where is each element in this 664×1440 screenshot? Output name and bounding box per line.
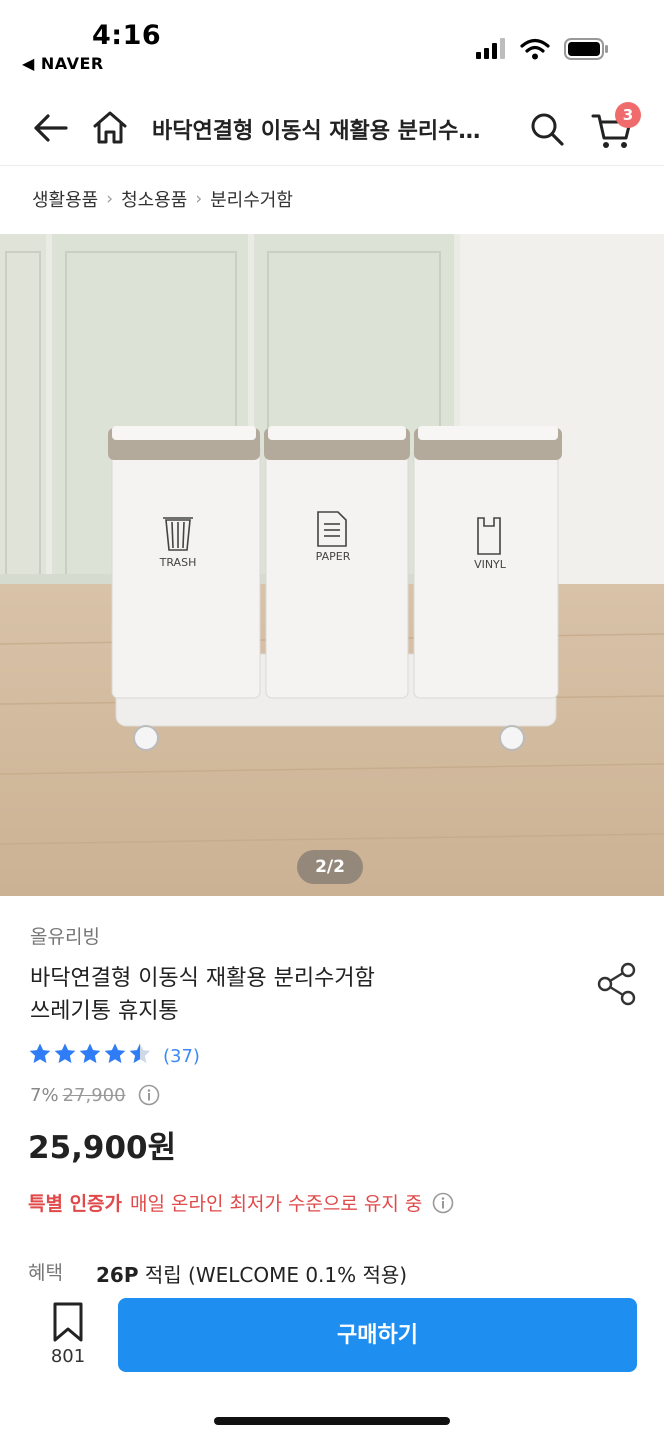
star-icon xyxy=(104,1043,126,1063)
lowest-price-label: 특별 인증가 xyxy=(28,1193,123,1215)
home-indicator xyxy=(214,1417,450,1425)
bookmark-icon[interactable] xyxy=(48,1300,88,1344)
buy-button[interactable]: 구매하기 xyxy=(118,1298,637,1372)
benefit-value: 26P 적립 (WELCOME 0.1% 적용) xyxy=(96,1259,407,1288)
product-image-carousel[interactable]: TRASH PAPER VINYL xyxy=(0,234,664,896)
rating[interactable]: (37) xyxy=(28,1042,200,1070)
breadcrumb: 생활용품 › 청소용품 › 분리수거함 xyxy=(32,186,293,212)
star-icon xyxy=(54,1043,76,1063)
seller-name[interactable]: 올유리빙 xyxy=(30,922,100,949)
lowest-price-notice: 특별 인증가 매일 온라인 최저가 수준으로 유지 중 xyxy=(28,1189,454,1216)
discount-row: 7% 27,900 xyxy=(30,1084,160,1106)
image-counter: 2/2 xyxy=(297,850,363,884)
chevron-right-icon: › xyxy=(106,189,114,209)
search-icon[interactable] xyxy=(528,110,566,148)
bookmark-count: 801 xyxy=(50,1346,86,1367)
share-icon[interactable] xyxy=(596,962,638,1006)
status-icons xyxy=(474,38,610,60)
info-icon[interactable] xyxy=(432,1192,454,1214)
star-icon xyxy=(129,1043,151,1063)
review-count[interactable]: (37) xyxy=(163,1046,200,1067)
bin-label: PAPER xyxy=(316,550,351,563)
battery-icon xyxy=(564,38,608,60)
lowest-price-text: 매일 온라인 최저가 수준으로 유지 중 xyxy=(130,1193,423,1215)
star-rating xyxy=(28,1042,153,1070)
discount-rate: 7% xyxy=(30,1084,59,1106)
breadcrumb-item[interactable]: 생활용품 xyxy=(32,186,98,212)
home-icon[interactable] xyxy=(90,107,130,147)
status-time: 4:16 xyxy=(92,20,162,51)
bin-label: VINYL xyxy=(474,558,507,571)
back-to-app-link[interactable]: ◀ NAVER xyxy=(22,54,104,73)
cart-count-badge: 3 xyxy=(615,102,641,128)
benefit-points: 26P xyxy=(96,1263,139,1287)
sale-price: 25,900원 xyxy=(28,1130,177,1166)
breadcrumb-item[interactable]: 청소용품 xyxy=(121,186,187,212)
chevron-right-icon: › xyxy=(195,189,203,209)
breadcrumb-item[interactable]: 분리수거함 xyxy=(210,186,293,212)
product-photo: TRASH PAPER VINYL xyxy=(0,234,664,896)
back-arrow-icon[interactable] xyxy=(30,108,70,148)
product-name-line: 쓰레기통 휴지통 xyxy=(30,999,179,1024)
star-icon xyxy=(29,1043,51,1063)
bin-label: TRASH xyxy=(159,556,197,569)
benefit-label: 혜택 xyxy=(28,1262,63,1284)
product-name-line: 바닥연결형 이동식 재활용 분리수거함 xyxy=(30,966,375,991)
original-price: 27,900 xyxy=(62,1084,126,1106)
cellular-signal-icon xyxy=(476,38,505,59)
header-divider xyxy=(0,165,664,166)
star-icon xyxy=(79,1043,101,1063)
info-icon[interactable] xyxy=(138,1084,160,1106)
page-title: 바닥연결형 이동식 재활용 분리수… xyxy=(152,119,481,144)
product-name: 바닥연결형 이동식 재활용 분리수거함 쓰레기통 휴지통 xyxy=(30,962,550,1028)
wifi-icon xyxy=(520,38,550,60)
benefit-text: 적립 (WELCOME 0.1% 적용) xyxy=(144,1263,408,1287)
